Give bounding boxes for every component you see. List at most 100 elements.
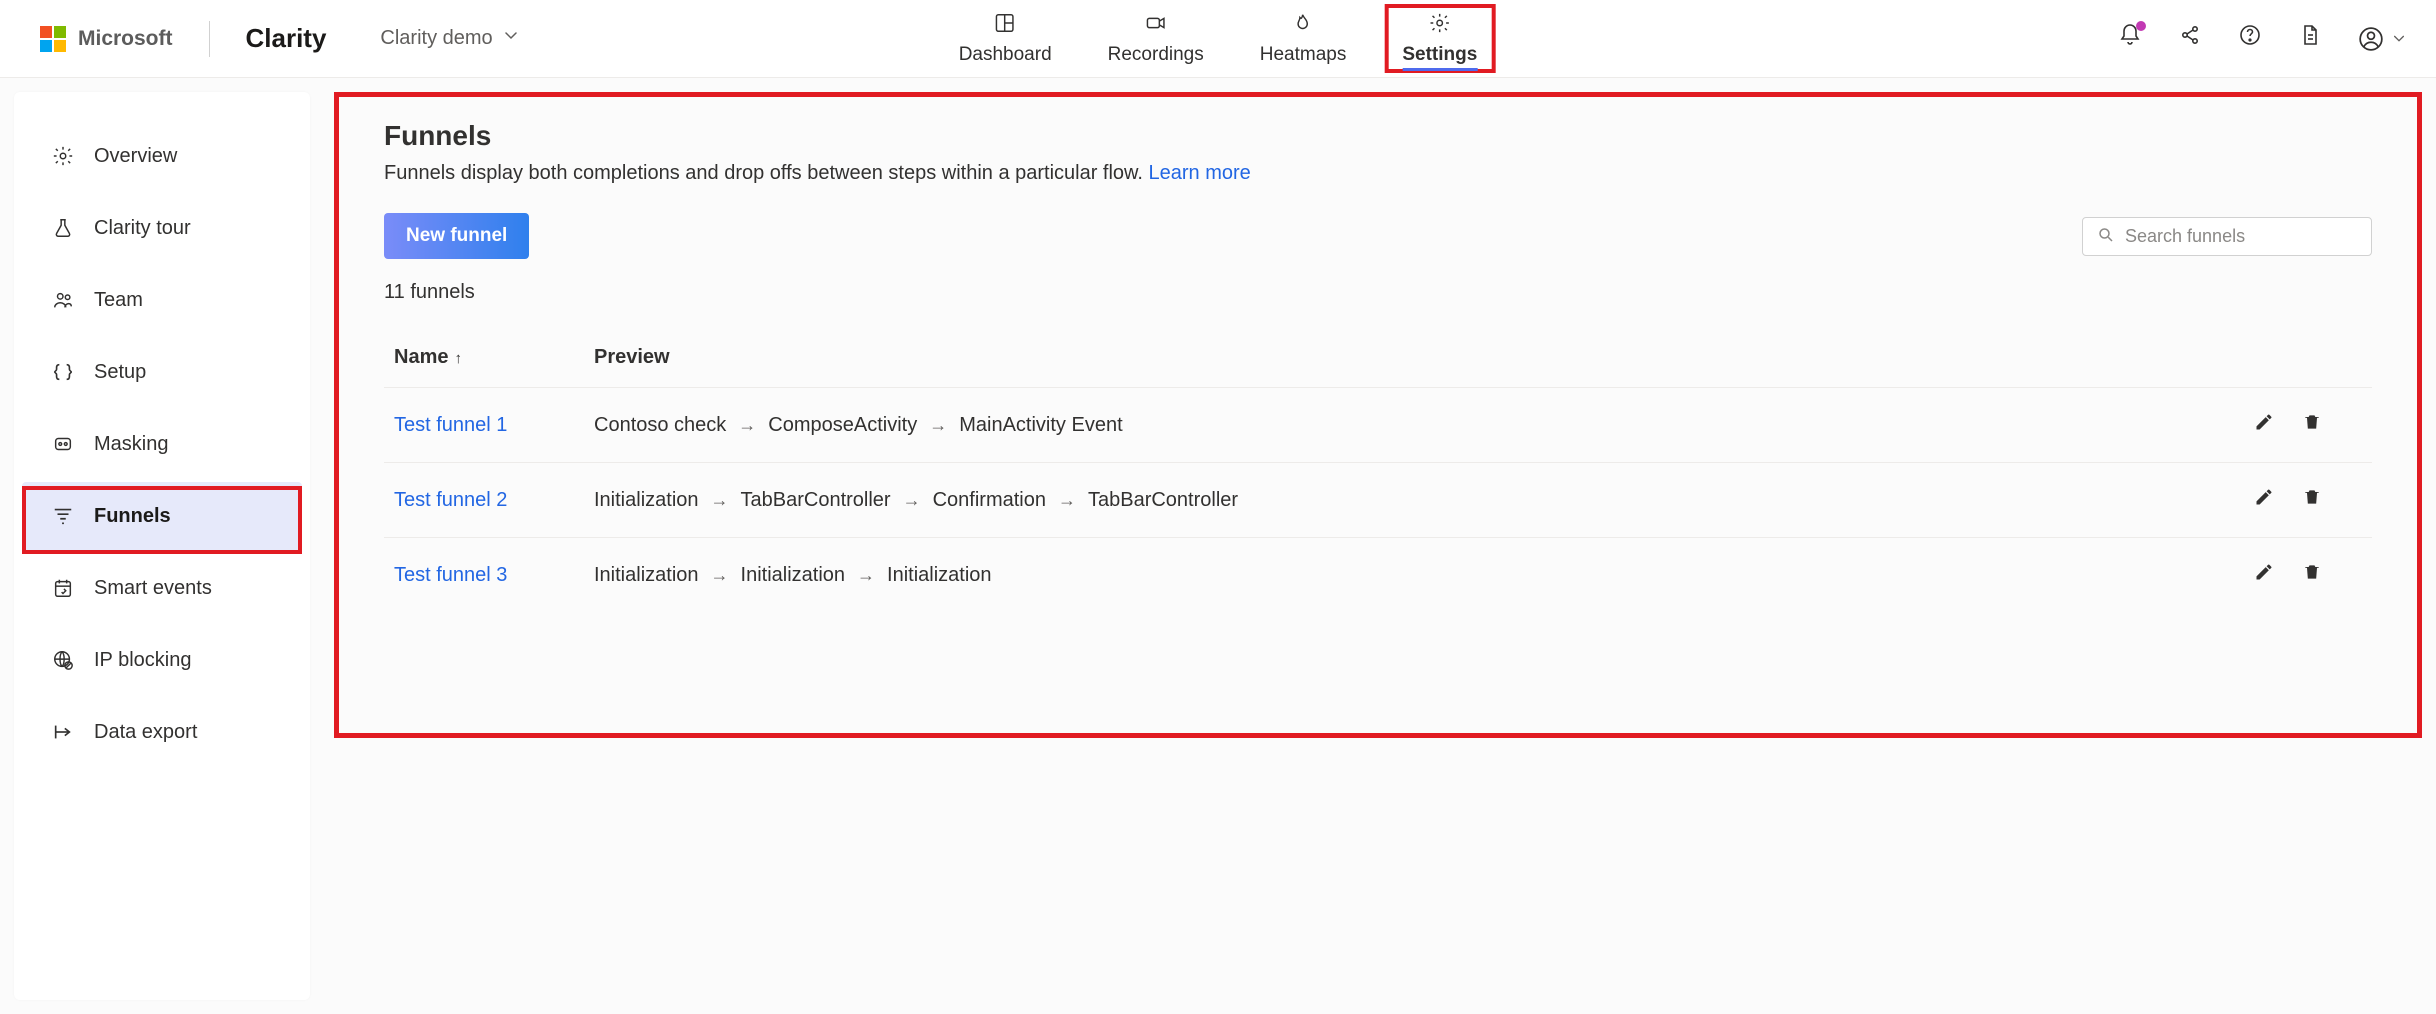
- edit-icon[interactable]: [2254, 487, 2274, 513]
- brand-separator: [209, 21, 210, 57]
- sidebar-label: Setup: [94, 361, 146, 384]
- sidebar-label: Overview: [94, 145, 177, 168]
- camera-icon: [1145, 12, 1167, 40]
- top-bar: Microsoft Clarity Clarity demo Dashboard…: [0, 0, 2436, 78]
- sort-arrow-up-icon: ↑: [454, 350, 462, 367]
- funnel-step: TabBarController: [741, 489, 891, 512]
- export-icon: [50, 721, 76, 743]
- content-area: Funnels Funnels display both completions…: [334, 92, 2422, 1000]
- arrow-right-icon: →: [1058, 490, 1076, 511]
- sidebar-item-funnels[interactable]: Funnels: [22, 482, 302, 550]
- sidebar-item-clarity-tour[interactable]: Clarity tour: [22, 194, 302, 262]
- user-icon: [2358, 26, 2384, 52]
- funnel-steps: Contoso check → ComposeActivity → MainActivi…: [594, 414, 2222, 437]
- nav-settings-label: Settings: [1402, 44, 1477, 66]
- row-actions: [2242, 412, 2362, 438]
- sidebar-item-setup[interactable]: Setup: [22, 338, 302, 406]
- col-header-actions: [2232, 328, 2372, 388]
- search-input[interactable]: [2125, 226, 2357, 247]
- funnel-step: Initialization: [594, 564, 699, 587]
- arrow-right-icon: →: [738, 415, 756, 436]
- delete-icon[interactable]: [2302, 412, 2322, 438]
- notifications-icon[interactable]: [2118, 23, 2142, 54]
- table-row: Test funnel 1 Contoso check → ComposeActivi…: [384, 388, 2372, 463]
- funnel-steps: Initialization → TabBarController → Confirma…: [594, 489, 2222, 512]
- col-header-preview[interactable]: Preview: [584, 328, 2232, 388]
- arrow-right-icon: →: [857, 565, 875, 586]
- col-header-name[interactable]: Name↑: [384, 328, 584, 388]
- sidebar-label: Masking: [94, 433, 168, 456]
- main-layout: Overview Clarity tour Team Setup Masking…: [0, 78, 2436, 1014]
- gear-icon: [1429, 12, 1451, 40]
- product-label: Clarity: [246, 23, 327, 54]
- funnel-step: Confirmation: [933, 489, 1046, 512]
- learn-more-link[interactable]: Learn more: [1149, 162, 1251, 184]
- mask-icon: [50, 433, 76, 455]
- page-subtitle: Funnels display both completions and dro…: [384, 162, 2372, 185]
- row-actions: [2242, 487, 2362, 513]
- help-icon[interactable]: [2238, 23, 2262, 54]
- nav-dashboard[interactable]: Dashboard: [941, 0, 1070, 77]
- sidebar-item-data-export[interactable]: Data export: [22, 698, 302, 766]
- nav-dashboard-label: Dashboard: [959, 44, 1052, 66]
- page-title: Funnels: [384, 120, 2372, 152]
- funnel-count: 11 funnels: [384, 281, 2372, 304]
- microsoft-label: Microsoft: [78, 27, 173, 51]
- nav-settings[interactable]: Settings: [1384, 0, 1495, 77]
- sidebar-label: Team: [94, 289, 143, 312]
- funnel-name-link[interactable]: Test funnel 3: [394, 564, 507, 586]
- funnels-panel: Funnels Funnels display both completions…: [334, 92, 2422, 640]
- arrow-right-icon: →: [711, 490, 729, 511]
- sidebar-label: Clarity tour: [94, 217, 191, 240]
- sidebar-label: Data export: [94, 721, 197, 744]
- funnel-step: TabBarController: [1088, 489, 1238, 512]
- search-funnels-box[interactable]: [2082, 217, 2372, 256]
- funnel-step: Initialization: [594, 489, 699, 512]
- sidebar-item-ip-blocking[interactable]: IP blocking: [22, 626, 302, 694]
- table-row: Test funnel 2 Initialization → TabBarContro…: [384, 463, 2372, 538]
- edit-icon[interactable]: [2254, 412, 2274, 438]
- delete-icon[interactable]: [2302, 562, 2322, 588]
- flame-icon: [1292, 12, 1314, 40]
- new-funnel-button[interactable]: New funnel: [384, 213, 529, 259]
- sidebar-item-overview[interactable]: Overview: [22, 122, 302, 190]
- funnel-name-link[interactable]: Test funnel 1: [394, 414, 507, 436]
- nav-heatmaps-label: Heatmaps: [1260, 44, 1347, 66]
- sidebar-label: Funnels: [94, 505, 171, 528]
- sidebar-item-smart-events[interactable]: Smart events: [22, 554, 302, 622]
- brand: Microsoft Clarity: [40, 21, 326, 57]
- arrow-right-icon: →: [929, 415, 947, 436]
- funnels-table: Name↑ Preview Test funnel 1 Contoso check…: [384, 328, 2372, 612]
- edit-icon[interactable]: [2254, 562, 2274, 588]
- funnel-step: ComposeActivity: [768, 414, 917, 437]
- delete-icon[interactable]: [2302, 487, 2322, 513]
- share-icon[interactable]: [2178, 23, 2202, 54]
- funnel-icon: [50, 505, 76, 527]
- nav-recordings[interactable]: Recordings: [1090, 0, 1222, 77]
- arrow-right-icon: →: [903, 490, 921, 511]
- gear-icon: [50, 145, 76, 167]
- sidebar-label: IP blocking: [94, 649, 191, 672]
- sidebar-item-masking[interactable]: Masking: [22, 410, 302, 478]
- people-icon: [50, 289, 76, 311]
- toolbar-row: New funnel: [384, 213, 2372, 259]
- arrow-right-icon: →: [711, 565, 729, 586]
- funnel-step: Initialization: [741, 564, 846, 587]
- calendar-icon: [50, 577, 76, 599]
- braces-icon: [50, 361, 76, 383]
- project-selector[interactable]: Clarity demo: [380, 27, 518, 50]
- sidebar-item-team[interactable]: Team: [22, 266, 302, 334]
- funnel-step: MainActivity Event: [959, 414, 1122, 437]
- chevron-down-icon: [503, 27, 519, 50]
- funnel-steps: Initialization → Initialization → Initializa…: [594, 564, 2222, 587]
- project-name: Clarity demo: [380, 27, 492, 50]
- globe-block-icon: [50, 649, 76, 671]
- funnel-step: Contoso check: [594, 414, 726, 437]
- flask-icon: [50, 217, 76, 239]
- search-icon: [2097, 226, 2115, 247]
- nav-heatmaps[interactable]: Heatmaps: [1242, 0, 1365, 77]
- funnel-name-link[interactable]: Test funnel 2: [394, 489, 507, 511]
- funnel-step: Initialization: [887, 564, 992, 587]
- user-menu[interactable]: [2358, 26, 2406, 52]
- document-icon[interactable]: [2298, 23, 2322, 54]
